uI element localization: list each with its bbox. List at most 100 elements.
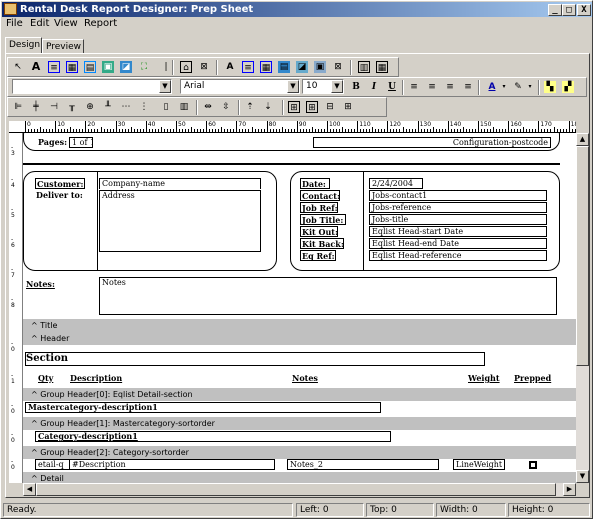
mastercategory-description-field[interactable]: Mastercategory-description1 [25, 402, 381, 413]
snap-grid-icon[interactable]: ⊞ [306, 101, 318, 113]
chart-tool-icon[interactable]: ◪ [120, 61, 132, 73]
horizontal-scrollbar[interactable]: ◀ ▶ [23, 483, 576, 496]
space-horizontal-icon[interactable]: ⋯ [120, 101, 132, 113]
pages-label[interactable]: Pages: [37, 137, 67, 148]
chevron-down-icon[interactable]: ▼ [287, 80, 299, 93]
font-color-icon[interactable]: A [486, 81, 498, 93]
horizontal-scroll-thumb[interactable] [36, 483, 556, 496]
menu-report[interactable]: Report [84, 18, 117, 29]
job-title-label[interactable]: Job Title: [300, 214, 346, 225]
nudge-up-icon[interactable]: ⇡ [244, 101, 256, 113]
dbbarcode-tool-icon[interactable]: ⊠ [332, 61, 344, 73]
band-group-header-0[interactable]: ^ Group Header[0]: Eqlist Detail-section [23, 388, 576, 401]
align-lefts-icon[interactable]: ⊫ [12, 101, 24, 113]
contact-field[interactable]: Jobs-contact1 [369, 190, 547, 201]
image-tool-icon[interactable]: ▣ [102, 61, 114, 73]
text-tool-icon[interactable]: A [30, 61, 42, 73]
minimize-button[interactable]: _ [548, 4, 562, 16]
font-name-combo[interactable]: Arial ▼ [180, 79, 300, 94]
scroll-down-icon[interactable]: ▼ [576, 470, 589, 483]
section-field[interactable] [25, 352, 485, 366]
notes-column-label[interactable]: Notes [291, 373, 319, 384]
band-detail[interactable]: ^ Detail [23, 472, 576, 483]
align-tops-icon[interactable]: ╥ [66, 101, 78, 113]
scroll-right-icon[interactable]: ▶ [563, 483, 576, 496]
bold-button[interactable]: B [350, 81, 362, 93]
align-centers-icon[interactable]: ╪ [30, 101, 42, 113]
configuration-postcode-field[interactable]: Configuration-postcode [313, 137, 551, 148]
highlight-icon[interactable]: ✎ [512, 81, 524, 93]
label-tool-icon[interactable]: A [224, 61, 236, 73]
band-group-header-1[interactable]: ^ Group Header[1]: Mastercategory-sortor… [23, 417, 576, 430]
line-tool-icon[interactable]: | [160, 61, 172, 73]
pages-field[interactable]: 1 of 1 [69, 137, 93, 148]
qty-column-label[interactable]: Qty [37, 373, 57, 384]
bring-to-front-icon[interactable]: ▯ [160, 101, 172, 113]
kit-back-field[interactable]: Eqlist Head-end Date [369, 238, 547, 249]
detail-weight-field[interactable]: LineWeight [453, 459, 505, 470]
prepped-checkbox[interactable] [529, 461, 537, 469]
detail-description-field[interactable]: #Description [69, 459, 275, 470]
tab-preview[interactable]: Preview [42, 39, 84, 54]
align-left-icon[interactable]: ≡ [408, 81, 420, 93]
notes-field[interactable]: Notes [99, 277, 557, 315]
align-center-icon[interactable]: ≡ [426, 81, 438, 93]
prepped-column-label[interactable]: Prepped [513, 373, 553, 384]
tab-design[interactable]: Design [5, 37, 42, 54]
dbtext-tool-icon[interactable]: ≡ [242, 61, 254, 73]
columns-icon[interactable]: ⊞ [342, 101, 354, 113]
underline-button[interactable]: U [386, 81, 398, 93]
size-tallest-icon[interactable]: ⇳ [220, 101, 232, 113]
job-title-field[interactable]: Jobs-title [369, 214, 547, 225]
size-widest-icon[interactable]: ⇹ [202, 101, 214, 113]
region-tool-icon[interactable]: ▥ [358, 61, 370, 73]
send-back-icon[interactable]: ▞ [562, 81, 574, 93]
eq-ref-field[interactable]: Eqlist Head-reference [369, 250, 547, 261]
align-middles-icon[interactable]: ⊕ [84, 101, 96, 113]
vertical-scroll-thumb[interactable] [576, 146, 589, 366]
dbmemo-tool-icon[interactable]: ▦ [260, 61, 272, 73]
align-right-icon[interactable]: ≡ [444, 81, 456, 93]
bring-front-icon[interactable]: ▚ [544, 81, 556, 93]
band-group-header-2[interactable]: ^ Group Header[2]: Category-sortorder [23, 446, 576, 459]
job-ref-field[interactable]: Jobs-reference [369, 202, 547, 213]
chevron-down-icon[interactable]: ▼ [331, 80, 343, 93]
barcode-tool-icon[interactable]: ⊠ [198, 61, 210, 73]
date-field[interactable]: 2/24/2004 [369, 178, 423, 189]
menu-edit[interactable]: Edit [30, 18, 49, 29]
category-description-field[interactable]: Category-description1 [35, 431, 391, 442]
align-bottoms-icon[interactable]: ╨ [102, 101, 114, 113]
crosstab-tool-icon[interactable]: ▦ [376, 61, 388, 73]
kit-out-field[interactable]: Eqlist Head-start Date [369, 226, 547, 237]
font-size-combo[interactable]: 10 ▼ [302, 79, 344, 94]
band-title[interactable]: ^ Title [23, 319, 576, 332]
scroll-up-icon[interactable]: ▲ [576, 133, 589, 146]
space-vertical-icon[interactable]: ⋮ [138, 101, 150, 113]
notes-label[interactable]: Notes: [25, 279, 55, 290]
chevron-down-icon[interactable]: ▼ [159, 80, 171, 93]
shape-tool-icon[interactable]: ⌂ [180, 61, 192, 73]
customer-label[interactable]: Customer: [35, 178, 85, 189]
band-header[interactable]: ^ Header [23, 332, 576, 345]
style-combo[interactable]: ▼ [12, 79, 172, 94]
calc-tool-icon[interactable]: ▤ [84, 61, 96, 73]
dbimage-tool-icon[interactable]: ◪ [296, 61, 308, 73]
menu-view[interactable]: View [54, 18, 78, 29]
eq-ref-label[interactable]: Eq Ref: [300, 250, 336, 261]
date-label[interactable]: Date: [300, 178, 330, 189]
address-field[interactable]: Address [99, 190, 261, 252]
italic-button[interactable]: I [368, 81, 380, 93]
dbchart-tool-icon[interactable]: ▣ [314, 61, 326, 73]
weight-column-label[interactable]: Weight [467, 373, 503, 384]
detail-notes-field[interactable]: Notes_2 [287, 459, 439, 470]
dbcalc-tool-icon[interactable]: ▤ [278, 61, 290, 73]
rows-icon[interactable]: ⊟ [324, 101, 336, 113]
description-column-label[interactable]: Description [69, 373, 122, 384]
report-canvas[interactable]: Pages: 1 of 1 Configuration-postcode Cus… [23, 133, 576, 483]
deliver-to-label[interactable]: Deliver to: [35, 190, 85, 201]
justify-icon[interactable]: ≡ [462, 81, 474, 93]
job-ref-label[interactable]: Job Ref: [300, 202, 338, 213]
close-button[interactable]: X [577, 4, 591, 16]
kit-out-label[interactable]: Kit Out: [300, 226, 338, 237]
scroll-left-icon[interactable]: ◀ [23, 483, 36, 496]
